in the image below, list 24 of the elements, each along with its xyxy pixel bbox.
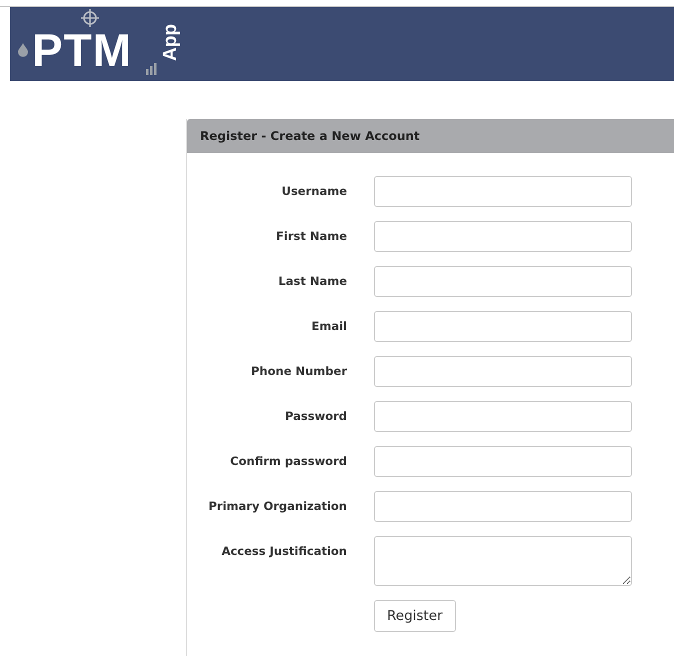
- field-label: Primary Organization: [207, 498, 347, 513]
- field-label: Confirm password: [229, 453, 347, 468]
- input-field[interactable]: [374, 311, 632, 342]
- input-field[interactable]: [374, 266, 632, 297]
- field-label: Access Justification: [220, 543, 347, 558]
- input-field[interactable]: [374, 491, 632, 522]
- field-label: Last Name: [277, 273, 347, 288]
- field-label: Email: [310, 318, 347, 333]
- field-label: Username: [280, 183, 347, 198]
- input-field[interactable]: [374, 176, 632, 207]
- logo-subtext: App: [160, 24, 180, 61]
- logo-text: PTM: [32, 27, 132, 73]
- panel-title: Register - Create a New Account: [200, 129, 420, 143]
- input-field[interactable]: [374, 356, 632, 387]
- drop-icon: [18, 43, 28, 57]
- register-button[interactable]: Register: [374, 600, 456, 632]
- field-label: First Name: [275, 228, 347, 243]
- field-label: Password: [284, 408, 347, 423]
- input-field[interactable]: [374, 401, 632, 432]
- text-area[interactable]: [374, 536, 632, 586]
- crosshair-icon: [81, 9, 99, 27]
- field-label: Phone Number: [250, 363, 347, 378]
- input-field[interactable]: [374, 446, 632, 477]
- input-field[interactable]: [374, 221, 632, 252]
